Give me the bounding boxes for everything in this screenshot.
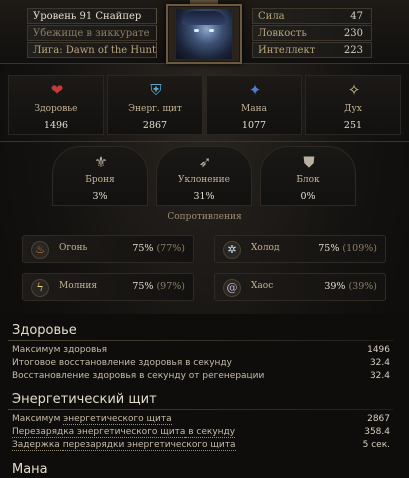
detail-row[interactable]: Максимум энергетического щита 2867 xyxy=(12,413,390,426)
hideout-label[interactable]: Убежище в зиккурате xyxy=(27,25,157,41)
resistances-title: Сопротивления xyxy=(167,212,242,222)
mana-icon: ✦ xyxy=(248,81,262,99)
resistance-lightning[interactable]: ϟ Молния 75% (97%) xyxy=(22,273,194,301)
energy-shield-icon: ⛨ xyxy=(150,81,162,99)
heart-icon: ❤ xyxy=(50,81,64,99)
section-title-mana: Мана xyxy=(12,462,48,477)
resistance-cold[interactable]: ✲ Холод 75% (109%) xyxy=(214,235,386,263)
lightning-icon: ϟ xyxy=(31,279,49,297)
character-level: Уровень 91 Снайпер xyxy=(27,8,157,24)
detail-row: Восстановление здоровья в секунду от рег… xyxy=(12,371,390,381)
character-portrait xyxy=(176,9,232,59)
defence-block[interactable]: ⛊ Блок 0% xyxy=(260,146,356,206)
detail-row: Итоговое восстановление здоровья в секун… xyxy=(12,358,390,368)
resistance-fire[interactable]: ♨ Огонь 75% (77%) xyxy=(22,235,194,263)
attribute-strength[interactable]: Сила 47 xyxy=(252,8,372,24)
keyword-link[interactable]: энергетического щита xyxy=(63,414,172,425)
attribute-dexterity[interactable]: Ловкость 230 xyxy=(252,25,372,41)
spirit-icon: ✧ xyxy=(347,81,361,99)
stat-energy-shield[interactable]: ⛨ Энерг. щит 2867 xyxy=(107,75,203,135)
block-icon: ⛊ xyxy=(303,153,315,171)
keyword-link[interactable]: перезарядки энергетического щита xyxy=(62,440,236,451)
stat-spirit[interactable]: ✧ Дух 251 xyxy=(305,75,401,135)
stat-mana[interactable]: ✦ Мана 1077 xyxy=(206,75,302,135)
league-label: Лига: Dawn of the Hunt xyxy=(27,42,157,58)
details-list: Здоровье Максимум здоровья 1496 Итоговое… xyxy=(0,314,409,478)
detail-row[interactable]: Перезарядка энергетического щита в секун… xyxy=(12,426,390,439)
section-title-life: Здоровье xyxy=(12,323,77,338)
attribute-intelligence[interactable]: Интеллект 223 xyxy=(252,42,372,58)
armour-icon: ⚜ xyxy=(94,153,108,171)
detail-row: Максимум здоровья 1496 xyxy=(12,345,390,355)
character-header: Уровень 91 Снайпер Убежище в зиккурате Л… xyxy=(0,0,409,64)
stat-life[interactable]: ❤ Здоровье 1496 xyxy=(8,75,104,135)
keyword-link[interactable]: Перезарядка энергетического щита xyxy=(12,427,186,438)
character-stats-panel: Уровень 91 Снайпер Убежище в зиккурате Л… xyxy=(0,0,409,478)
evasion-icon: ➶ xyxy=(198,153,212,171)
detail-row[interactable]: Задержка перезарядки энергетического щит… xyxy=(12,439,390,452)
cold-icon: ✲ xyxy=(223,241,241,259)
chaos-icon: @ xyxy=(223,279,241,297)
section-title-energy-shield: Энергетический щит xyxy=(12,392,157,407)
defence-armour[interactable]: ⚜ Броня 3% xyxy=(52,146,148,206)
defence-evasion[interactable]: ➶ Уклонение 31% xyxy=(156,146,252,206)
fire-icon: ♨ xyxy=(31,241,49,259)
avatar xyxy=(166,4,242,64)
resistance-chaos[interactable]: @ Хаос 39% (39%) xyxy=(214,273,386,301)
divider xyxy=(0,141,409,142)
